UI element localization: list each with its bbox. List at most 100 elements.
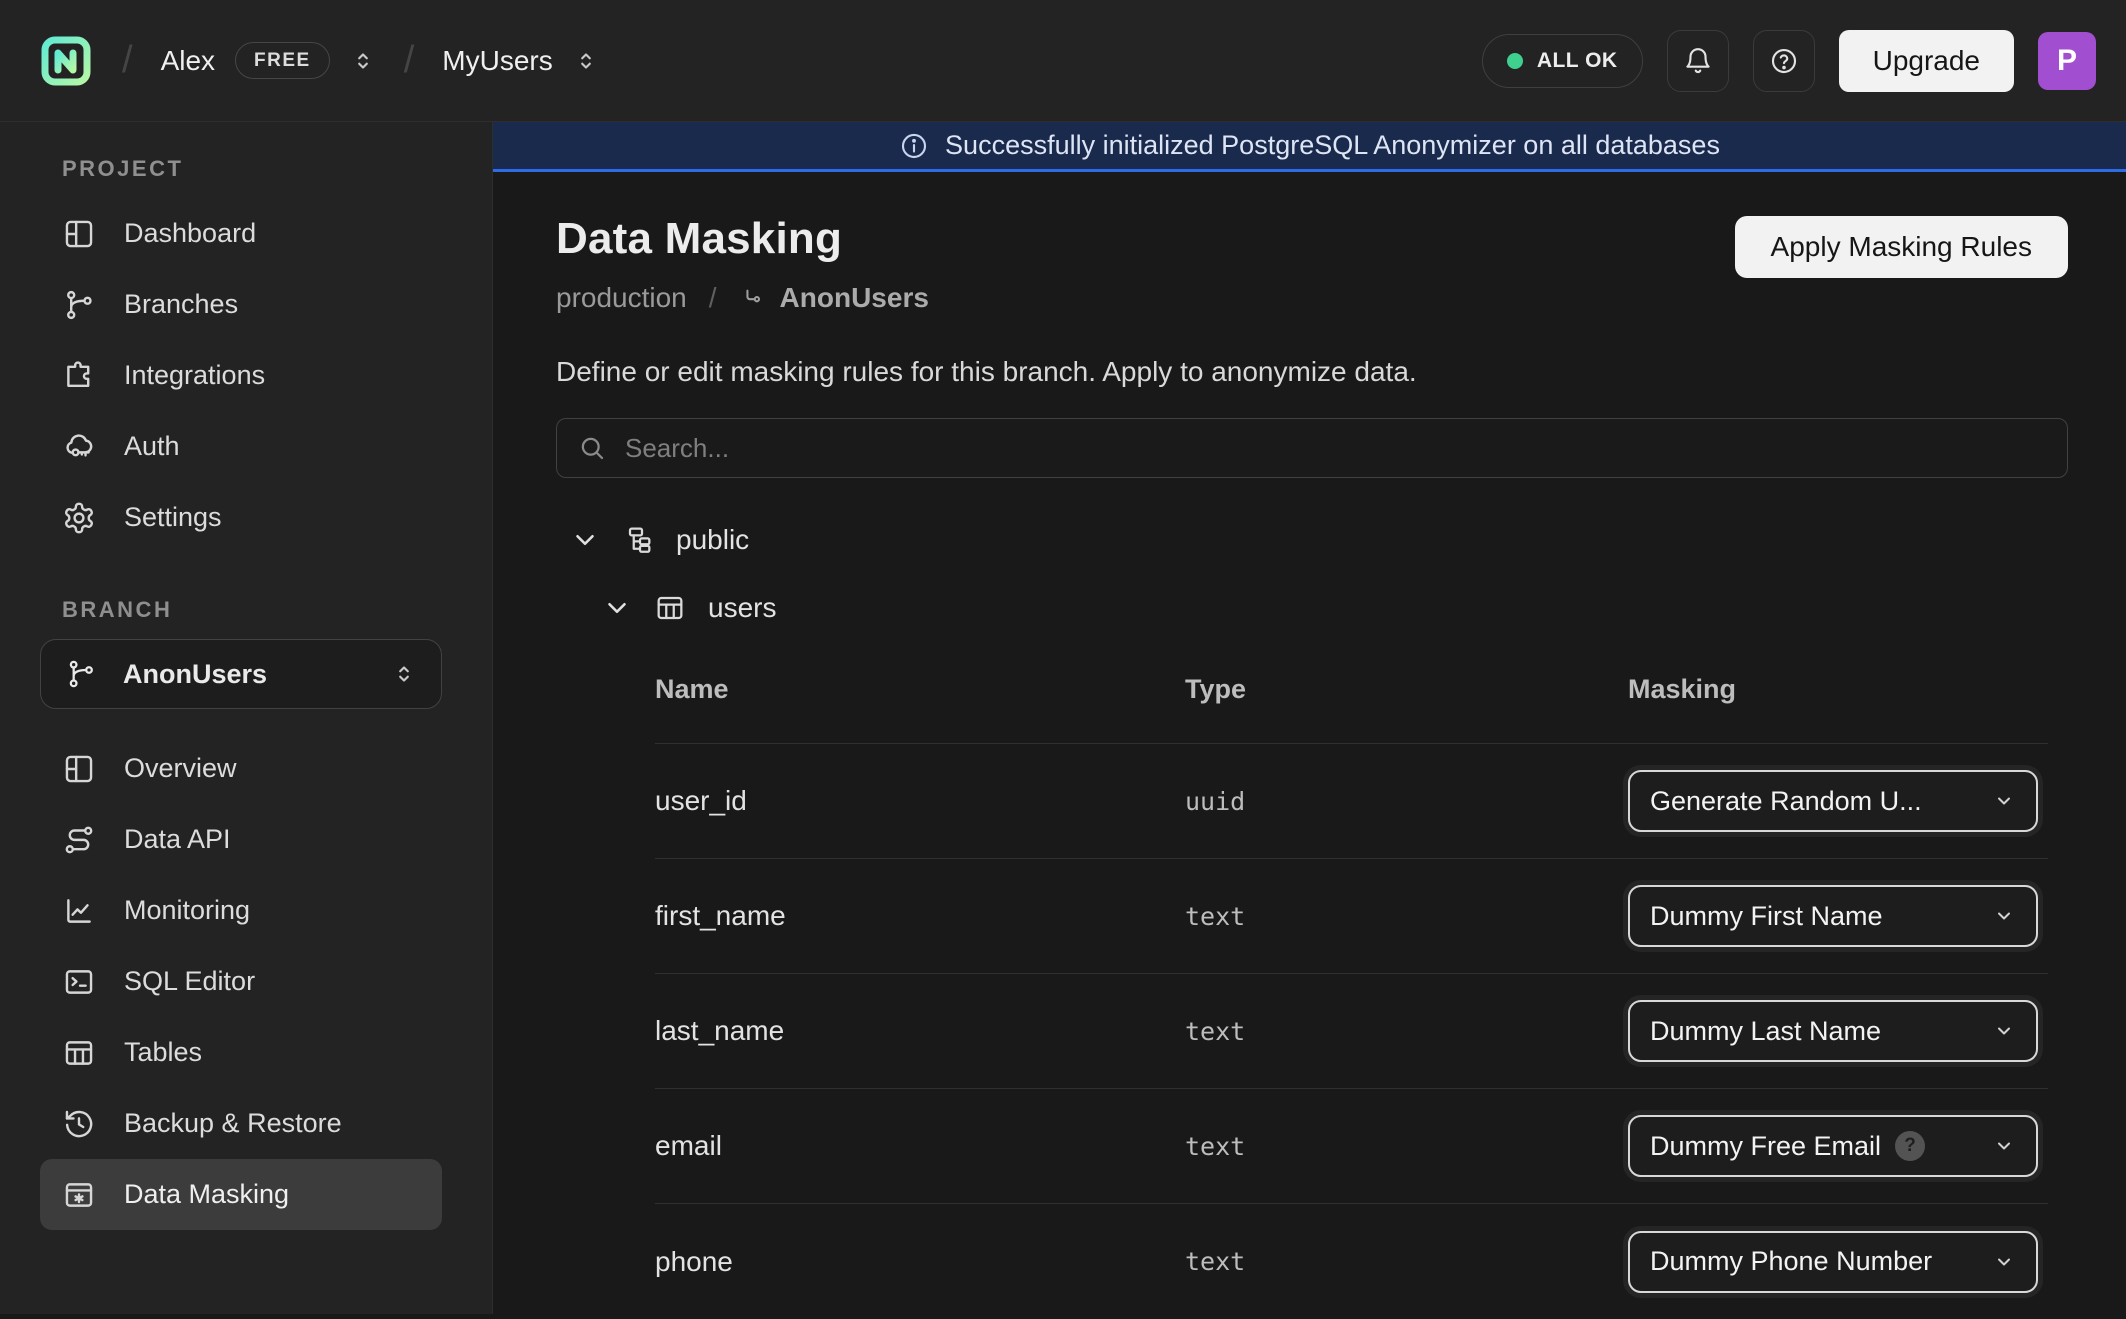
sidebar-item-label: Dashboard [124,218,256,249]
sidebar-item-integrations[interactable]: Integrations [40,340,442,411]
overview-icon [62,752,96,786]
status-badge[interactable]: ALL OK [1482,34,1643,88]
chevron-down-icon [1992,1019,2016,1043]
tree-node-table[interactable]: users [556,592,2068,624]
chevron-down-icon [1992,1250,2016,1274]
sidebar: PROJECT Dashboard BranchesIntegrationsAut… [0,122,493,1314]
column-type: text [1185,1247,1628,1276]
apply-masking-rules-button[interactable]: Apply Masking Rules [1735,216,2068,278]
masking-select[interactable]: Dummy Free Email ? [1628,1115,2038,1177]
chevrons-up-down-icon [573,48,599,74]
tree-node-schema[interactable]: public [556,524,2068,556]
sidebar-item-data-api[interactable]: Data API [40,804,442,875]
masking-value: Generate Random U... [1650,786,1922,817]
bell-icon [1683,46,1713,76]
breadcrumb-current[interactable]: AnonUsers [780,282,929,314]
sidebar-item-data-masking[interactable]: Data Masking [40,1159,442,1230]
sidebar-section-branch: BRANCH [62,597,492,623]
table-row: user_id uuid Generate Random U... [655,744,2048,859]
breadcrumb-parent[interactable]: production [556,282,687,314]
sidebar-item-label: Monitoring [124,895,250,926]
project-name: MyUsers [442,45,552,77]
table-row: first_name text Dummy First Name [655,859,2048,974]
tables-icon [62,1036,96,1070]
org-name: Alex [161,45,215,77]
chevron-down-icon[interactable] [570,525,600,555]
search-input[interactable] [625,433,2047,464]
status-dot-icon [1507,53,1523,69]
org-switcher[interactable]: Alex FREE [161,42,376,79]
breadcrumb-separator: / [404,39,415,82]
masking-select[interactable]: Generate Random U... [1628,770,2038,832]
branches-icon [62,288,96,322]
sidebar-item-monitoring[interactable]: Monitoring [40,875,442,946]
sidebar-section-project: PROJECT [62,156,492,182]
page-title: Data Masking [556,214,929,264]
info-icon [899,131,929,161]
schema-tree: public users Name T [556,524,2068,1319]
schema-name: public [676,524,749,556]
chevron-down-icon [1992,904,2016,928]
sidebar-item-label: Data API [124,824,231,855]
sidebar-item-overview[interactable]: Overview [40,733,442,804]
page-description: Define or edit masking rules for this br… [556,356,2068,388]
dashboard-icon [62,217,96,251]
masking-select[interactable]: Dummy Phone Number [1628,1231,2038,1293]
table-icon [654,592,686,624]
sidebar-item-auth[interactable]: Auth [40,411,442,482]
topbar: / Alex FREE / MyUsers ALL OK [0,0,2126,122]
chevron-down-icon [1992,1134,2016,1158]
masking-value: Dummy First Name [1650,901,1883,932]
sidebar-item-sql-editor[interactable]: SQL Editor [40,946,442,1017]
neon-logo[interactable] [38,33,94,89]
sql-editor-icon [62,965,96,999]
help-circle-icon [1769,46,1799,76]
sidebar-item-branches[interactable]: Branches [40,269,442,340]
column-header-masking: Masking [1628,674,2048,705]
settings-icon [62,501,96,535]
column-name: email [655,1130,1185,1162]
column-name: phone [655,1246,1185,1278]
table-name: users [708,592,776,624]
backup-restore-icon [62,1107,96,1141]
sidebar-item-label: Tables [124,1037,202,1068]
branch-menu: Overview Data API Monitoring SQL Editor Tabl… [0,733,492,1230]
column-header-name: Name [655,674,1185,705]
sidebar-item-label: Data Masking [124,1179,289,1210]
auth-icon [62,430,96,464]
notifications-button[interactable] [1667,30,1729,92]
branch-selector-value: AnonUsers [123,659,267,690]
status-label: ALL OK [1537,49,1618,73]
chevrons-up-down-icon [350,48,376,74]
project-switcher[interactable]: MyUsers [442,45,598,77]
notification-banner: Successfully initialized PostgreSQL Anon… [493,122,2126,172]
search-icon [577,433,607,463]
sidebar-item-label: Settings [124,502,222,533]
sidebar-item-settings[interactable]: Settings [40,482,442,553]
sidebar-item-label: Overview [124,753,237,784]
sidebar-item-dashboard[interactable]: Dashboard [40,198,442,269]
project-menu: Dashboard BranchesIntegrationsAuth Setting… [0,198,492,553]
masking-value: Dummy Last Name [1650,1016,1881,1047]
data-api-icon [62,823,96,857]
masking-select[interactable]: Dummy Last Name [1628,1000,2038,1062]
chevron-down-icon [1992,789,2016,813]
column-type: text [1185,1017,1628,1046]
column-type: text [1185,902,1628,931]
banner-message: Successfully initialized PostgreSQL Anon… [945,130,1720,161]
sidebar-item-backup-restore[interactable]: Backup & Restore [40,1088,442,1159]
table-row: last_name text Dummy Last Name [655,974,2048,1089]
sidebar-item-tables[interactable]: Tables [40,1017,442,1088]
breadcrumb-separator: / [122,39,133,82]
column-type: text [1185,1132,1628,1161]
monitoring-icon [62,894,96,928]
help-badge-icon[interactable]: ? [1895,1131,1925,1161]
table-header-row: Name Type Masking [655,648,2048,744]
help-button[interactable] [1753,30,1815,92]
upgrade-button[interactable]: Upgrade [1839,30,2014,92]
chevrons-up-down-icon [391,661,417,687]
chevron-down-icon[interactable] [602,593,632,623]
user-avatar[interactable]: P [2038,32,2096,90]
masking-select[interactable]: Dummy First Name [1628,885,2038,947]
branch-selector[interactable]: AnonUsers [40,639,442,709]
